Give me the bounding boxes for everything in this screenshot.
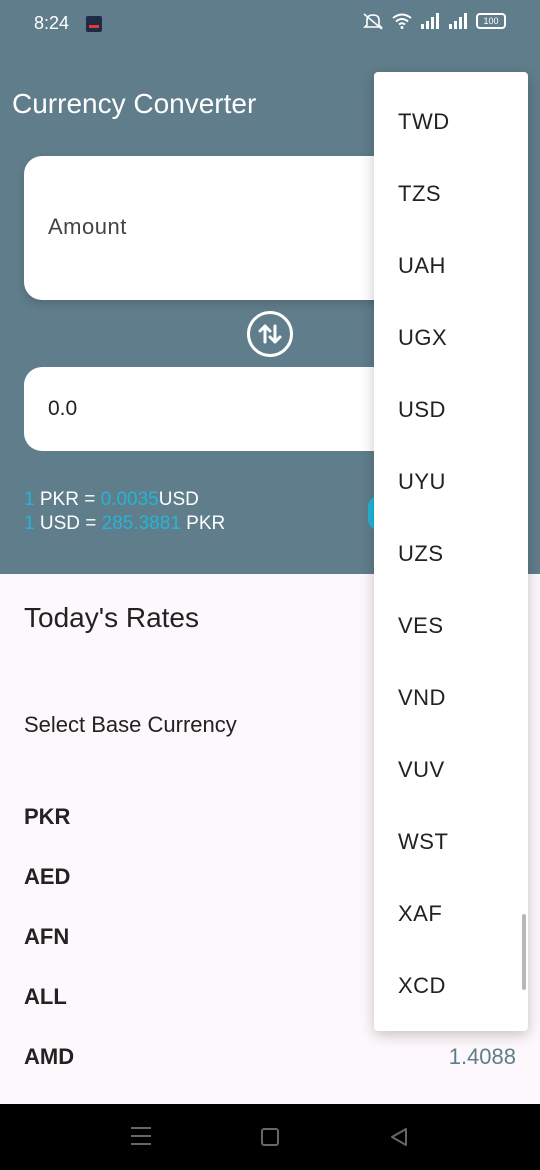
currency-row-pkr[interactable]: PKR	[24, 804, 70, 830]
rates-title: Today's Rates	[24, 602, 199, 633]
status-time: 8:24	[34, 13, 70, 33]
dropdown-item-ugx[interactable]: UGX	[398, 325, 447, 351]
dropdown-item-vuv[interactable]: VUV	[398, 757, 445, 783]
battery-icon: 100	[476, 13, 506, 29]
dropdown-item-twd[interactable]: TWD	[398, 109, 450, 135]
amount-placeholder: Amount	[48, 214, 127, 239]
currency-rate-amd: 1.4088	[448, 1044, 516, 1069]
dropdown-item-uah[interactable]: UAH	[398, 253, 446, 279]
rate-value: 0.0035	[100, 489, 159, 510]
result-value: 0.0	[48, 397, 78, 420]
result-field[interactable]: 0.0	[24, 367, 424, 451]
rate-to: PKR	[186, 513, 226, 534]
rate-value: 285.3881	[101, 513, 181, 534]
rate-qty: 1	[24, 513, 35, 534]
app-notification-icon	[86, 16, 102, 32]
dropdown-item-uzs[interactable]: UZS	[398, 541, 444, 567]
mute-icon	[363, 13, 383, 30]
swap-vertical-icon	[258, 324, 282, 344]
menu-icon[interactable]	[131, 1127, 151, 1151]
signal-icon	[421, 13, 439, 29]
navigation-bar	[0, 1104, 540, 1170]
dropdown-item-ves[interactable]: VES	[398, 613, 444, 639]
home-icon[interactable]	[261, 1128, 279, 1146]
rate-line-usd-pkr: 1 USD = 285.3881 PKR	[24, 513, 225, 535]
rate-to: USD	[158, 489, 199, 510]
rate-from: USD =	[39, 513, 97, 534]
rate-from: PKR =	[39, 489, 96, 510]
currency-row-all[interactable]: ALL	[24, 984, 67, 1010]
base-currency-selector[interactable]: Select Base Currency	[24, 712, 237, 738]
rate-qty: 1	[24, 489, 35, 510]
dropdown-item-uyu[interactable]: UYU	[398, 469, 446, 495]
signal-icon	[449, 13, 467, 29]
dropdown-item-usd[interactable]: USD	[398, 397, 446, 423]
app-title: Currency Converter	[12, 88, 257, 119]
swap-button[interactable]	[247, 311, 293, 357]
currency-row-aed[interactable]: AED	[24, 864, 70, 890]
wifi-icon	[392, 13, 412, 29]
currency-row-amd[interactable]: AMD	[24, 1044, 74, 1070]
dropdown-scrollbar[interactable]	[522, 914, 526, 990]
rate-line-pkr-usd: 1 PKR = 0.0035USD	[24, 489, 199, 511]
dropdown-item-tzs[interactable]: TZS	[398, 181, 441, 207]
dropdown-item-wst[interactable]: WST	[398, 829, 448, 855]
status-bar: 8:24 100	[0, 0, 540, 48]
back-icon[interactable]	[389, 1127, 409, 1147]
currency-dropdown-menu[interactable]: TWD TZS UAH UGX USD UYU UZS VES VND VUV …	[374, 72, 528, 1031]
status-icons: 100	[362, 12, 506, 30]
dropdown-item-vnd[interactable]: VND	[398, 685, 446, 711]
dropdown-item-xcd[interactable]: XCD	[398, 973, 446, 999]
amount-input[interactable]: Amount	[24, 156, 424, 300]
dropdown-item-xaf[interactable]: XAF	[398, 901, 442, 927]
currency-row-afn[interactable]: AFN	[24, 924, 69, 950]
